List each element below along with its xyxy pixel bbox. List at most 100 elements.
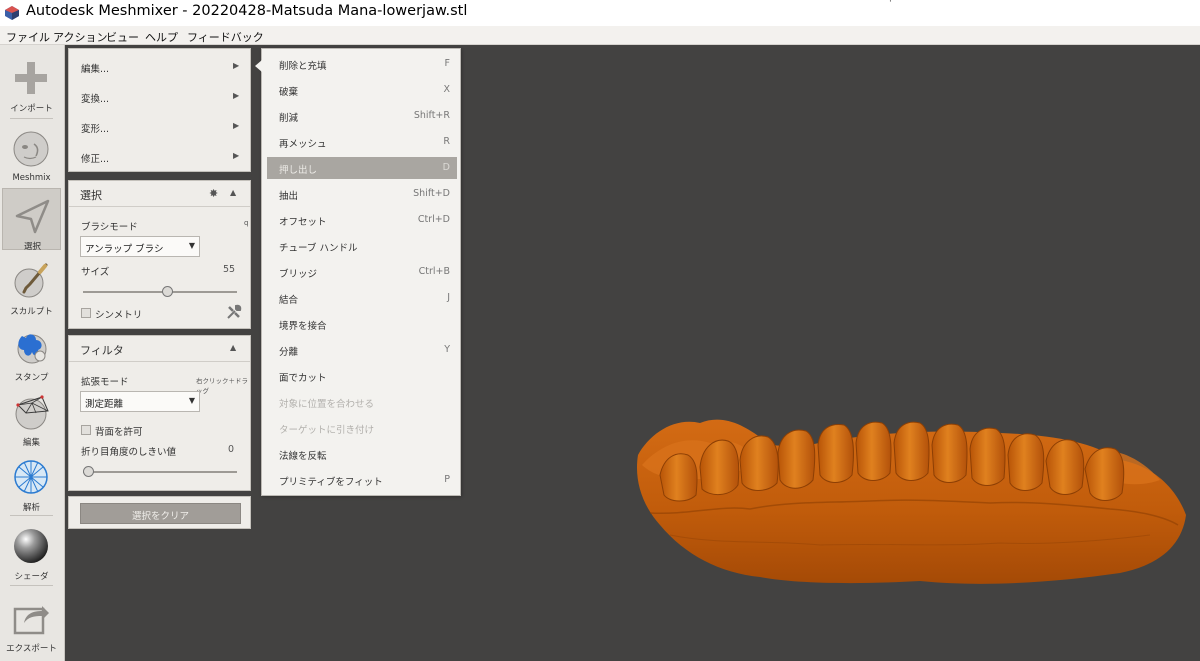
submenu-item-remesh[interactable]: 再メッシュ R [267, 131, 457, 153]
collapse-icon[interactable]: ▲ [230, 188, 236, 197]
brush-mode-hint: q [244, 219, 249, 227]
title-bar: Autodesk Meshmixer - 20220428-Matsuda Ma… [0, 0, 1200, 26]
submenu-item-label: 面でカット [279, 373, 327, 384]
submenu-item-label: 分離 [279, 347, 299, 358]
size-value: 55 [223, 264, 236, 275]
submenu-item-plane-cut[interactable]: 面でカット [267, 365, 457, 387]
symmetry-checkbox[interactable] [81, 308, 91, 318]
menu-bar: ファイル アクション ビュー ヘルプ フィードバック [0, 26, 1200, 45]
tool-stamp[interactable]: スタンプ [2, 320, 61, 383]
submenu-item-shortcut: Shift+D [413, 188, 450, 199]
menu-feedback[interactable]: フィードバック [187, 29, 264, 45]
submenu-item-tube-handle[interactable]: チューブ ハンドル [267, 235, 457, 257]
shader-sphere-icon [14, 529, 48, 563]
submenu-item-discard[interactable]: 破棄 X [267, 79, 457, 101]
submenu-item-label: チューブ ハンドル [279, 243, 358, 254]
menu-edit[interactable]: 編集... [81, 61, 109, 75]
submenu-item-label: 削除と充填 [279, 61, 327, 72]
submenu-item-shortcut: P [444, 474, 450, 485]
brush-mode-label: ブラシモード [81, 222, 138, 233]
submenu-item-label: 抽出 [279, 191, 299, 202]
submenu-item-offset[interactable]: オフセット Ctrl+D [267, 209, 457, 231]
export-icon [13, 606, 49, 635]
tool-shader-label: シェーダ [14, 572, 49, 582]
submenu-item-extrude[interactable]: 押し出し D [267, 157, 457, 179]
crease-slider-knob[interactable] [83, 466, 94, 477]
submenu-item-bridge[interactable]: ブリッジ Ctrl+B [267, 261, 457, 283]
left-toolbar: インポート Meshmix 選択 スカルプト スタンプ 編集 解析 シェーダ エ… [0, 45, 65, 661]
submenu-item-label: 対象に位置を合わせる [279, 399, 375, 410]
submenu-item-shortcut: J [447, 292, 450, 303]
submenu-item-label: オフセット [279, 217, 327, 228]
analysis-icon [14, 460, 48, 494]
submenu-item-flip-normals[interactable]: 法線を反転 [267, 443, 457, 465]
submenu-item-shortcut: Shift+R [413, 110, 450, 121]
submenu-item-join[interactable]: 結合 J [267, 287, 457, 309]
submenu-item-extract[interactable]: 抽出 Shift+D [267, 183, 457, 205]
menu-transform[interactable]: 変換... [81, 91, 109, 105]
wrench-icon[interactable] [226, 304, 242, 320]
expand-mode-hint: 右クリック＋ドラッグ [196, 377, 248, 395]
gear-icon[interactable]: ✸ [209, 187, 218, 200]
brush-mode-dropdown[interactable]: アンラップ ブラシ ▼ [80, 236, 200, 257]
submenu-item-label: 境界を接合 [279, 321, 327, 332]
filter-panel: フィルタ ▲ 拡張モード 右クリック＋ドラッグ 測定距離 ▼ 背面を許可 折り目… [68, 335, 251, 491]
clear-selection-panel: 選択をクリア [68, 496, 251, 529]
size-label: サイズ [81, 267, 110, 278]
submenu-item-label: 再メッシュ [279, 139, 327, 150]
tool-meshmix[interactable]: Meshmix [2, 122, 61, 184]
chevron-down-icon: ▼ [188, 396, 195, 405]
submenu-item-reduce[interactable]: 削減 Shift+R [267, 105, 457, 127]
chevron-down-icon: ▼ [188, 241, 195, 250]
tool-edit[interactable]: 編集 [2, 385, 61, 448]
tool-analysis[interactable]: 解析 [2, 450, 61, 513]
submenu-item-separate[interactable]: 分離 Y [267, 339, 457, 361]
tool-export-label: エクスポート [6, 644, 57, 654]
symmetry-label: シンメトリ [95, 310, 143, 321]
submenu-item-fit-primitive[interactable]: プリミティブをフィット P [267, 469, 457, 491]
filter-panel-title: フィルタ [80, 344, 124, 357]
size-slider-knob[interactable] [162, 286, 174, 297]
expand-mode-dropdown[interactable]: 測定距離 ▼ [80, 391, 200, 412]
submenu-item-label: ブリッジ [279, 269, 318, 280]
tool-shader[interactable]: シェーダ [2, 519, 61, 582]
tool-sculpt-label: スカルプト [10, 307, 53, 317]
menu-deform[interactable]: 変形... [81, 121, 109, 135]
window-title: Autodesk Meshmixer - 20220428-Matsuda Ma… [26, 3, 468, 19]
select-panel-header: 選択 ✸ ▲ [69, 181, 250, 207]
menu-action[interactable]: アクション [53, 29, 107, 45]
submenu-item-shortcut: Ctrl+B [418, 266, 450, 277]
submenu-item-label: 法線を反転 [279, 451, 327, 462]
edit-submenu: 削除と充填 F 破棄 X 削減 Shift+R 再メッシュ R 押し出し D 抽出 Shift+D オフ… [255, 48, 461, 496]
clear-selection-button[interactable]: 選択をクリア [80, 503, 241, 524]
submenu-item-delete-fill[interactable]: 削除と充填 F [267, 53, 457, 75]
meshmixer-logo-icon [5, 6, 19, 20]
menu-view[interactable]: ビュー [106, 29, 139, 45]
submenu-item-shortcut: R [443, 136, 450, 147]
brush-mode-value: アンラップ ブラシ [85, 244, 164, 255]
submenu-item-label: 結合 [279, 295, 299, 306]
clear-selection-label: 選択をクリア [131, 511, 189, 522]
tool-sculpt[interactable]: スカルプト [2, 254, 61, 317]
tool-import[interactable]: インポート [2, 51, 61, 114]
submenu-item-weld-boundaries[interactable]: 境界を接合 [267, 313, 457, 335]
expand-mode-value: 測定距離 [85, 399, 124, 410]
edit-category-menu: 編集... ▶ 変換... ▶ 変形... ▶ 修正... ▶ [68, 48, 251, 172]
size-slider-track[interactable] [83, 291, 237, 293]
select-arrow-icon [15, 199, 50, 234]
crease-slider-track[interactable] [83, 471, 237, 473]
toolbar-divider [10, 585, 53, 586]
tool-meshmix-label: Meshmix [12, 173, 51, 183]
tool-export[interactable]: エクスポート [2, 591, 61, 654]
submenu-item-label: 削減 [279, 113, 299, 124]
tool-stamp-label: スタンプ [14, 373, 49, 383]
menu-modify[interactable]: 修正... [81, 151, 109, 165]
expand-mode-label: 拡張モード [81, 377, 129, 388]
menu-file[interactable]: ファイル [6, 29, 50, 45]
allow-back-checkbox[interactable] [81, 425, 91, 435]
lower-jaw-mesh[interactable] [630, 405, 1190, 590]
filter-panel-header: フィルタ ▲ [69, 336, 250, 362]
collapse-icon[interactable]: ▲ [230, 343, 236, 352]
menu-help[interactable]: ヘルプ [145, 29, 178, 45]
tool-select[interactable]: 選択 [2, 188, 61, 252]
